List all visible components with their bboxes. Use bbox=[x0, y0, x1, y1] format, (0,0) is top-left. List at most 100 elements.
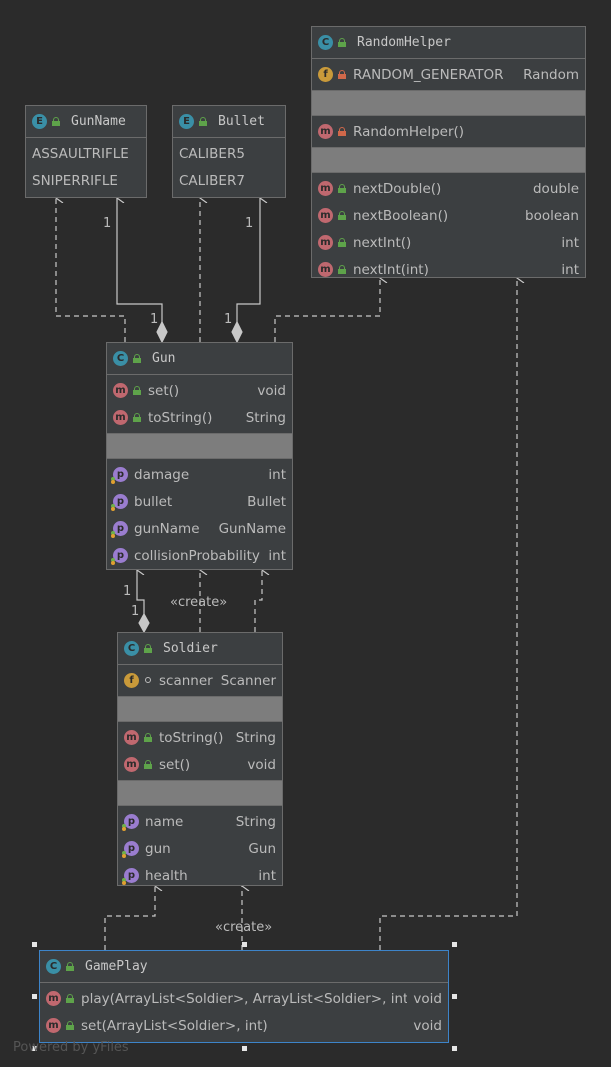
method-icon: m bbox=[46, 991, 61, 1006]
multiplicity-label: 1 bbox=[123, 584, 132, 599]
enum-icon: E bbox=[179, 114, 194, 129]
multiplicity-label: 1 bbox=[224, 312, 233, 327]
property-type: String bbox=[235, 813, 276, 830]
enum-constant[interactable]: CALIBER5 bbox=[173, 140, 285, 167]
method-row[interactable]: m set() void bbox=[118, 751, 282, 778]
public-lock-icon bbox=[52, 117, 60, 126]
method-row[interactable]: m nextBoolean() boolean bbox=[312, 202, 585, 229]
enum-constant[interactable]: SNIPERRIFLE bbox=[26, 167, 146, 194]
field-type: Random bbox=[523, 66, 579, 83]
class-icon: C bbox=[46, 959, 61, 974]
empty-section bbox=[107, 434, 292, 459]
property-type: GunName bbox=[218, 520, 286, 537]
class-icon: C bbox=[113, 351, 128, 366]
public-lock-icon bbox=[133, 413, 141, 422]
enum-constant[interactable]: CALIBER7 bbox=[173, 167, 285, 194]
resize-handle-ne[interactable] bbox=[452, 942, 457, 947]
property-icon: p bbox=[122, 841, 139, 858]
method-type: void bbox=[413, 1017, 442, 1034]
public-lock-icon bbox=[144, 760, 152, 769]
method-row[interactable]: m toString() String bbox=[107, 404, 292, 431]
method-icon: m bbox=[46, 1018, 61, 1033]
class-game-play[interactable]: C GamePlay m play(ArrayList<Soldier>, Ar… bbox=[39, 950, 449, 1043]
method-name: toString() bbox=[148, 409, 213, 426]
method-row[interactable]: m set() void bbox=[107, 377, 292, 404]
public-lock-icon bbox=[338, 38, 346, 47]
resize-handle-se[interactable] bbox=[452, 1046, 457, 1051]
method-icon: m bbox=[113, 410, 128, 425]
constructor-row[interactable]: m RandomHelper() bbox=[312, 118, 585, 145]
diamond-soldier-gun bbox=[138, 612, 150, 634]
property-type: Gun bbox=[248, 840, 276, 857]
property-row[interactable]: p gunName GunName bbox=[107, 515, 292, 542]
resize-handle-n[interactable] bbox=[242, 942, 247, 947]
method-row[interactable]: m nextInt(int) int bbox=[312, 256, 585, 283]
method-row[interactable]: m toString() String bbox=[118, 724, 282, 751]
method-row[interactable]: m nextInt() int bbox=[312, 229, 585, 256]
method-row[interactable]: m play(ArrayList<Soldier>, ArrayList<Sol… bbox=[40, 985, 448, 1012]
method-icon: m bbox=[318, 208, 333, 223]
public-lock-icon bbox=[199, 117, 207, 126]
empty-section bbox=[118, 781, 282, 806]
method-name: nextInt(int) bbox=[353, 261, 429, 278]
property-icon: p bbox=[122, 814, 139, 831]
dep-gun-randomhelper bbox=[274, 278, 380, 342]
public-lock-icon bbox=[66, 994, 74, 1003]
resize-handle-w[interactable] bbox=[32, 994, 37, 999]
class-soldier[interactable]: C Soldier f scanner Scanner m toString()… bbox=[117, 632, 283, 886]
property-row[interactable]: p damage int bbox=[107, 461, 292, 488]
field-icon: f bbox=[318, 67, 333, 82]
resize-handle-e[interactable] bbox=[452, 994, 457, 999]
class-header: C Soldier bbox=[118, 633, 282, 665]
enum-gun-name[interactable]: E GunName ASSAULTRIFLE SNIPERRIFLE bbox=[25, 105, 147, 198]
class-name: RandomHelper bbox=[357, 35, 451, 50]
resize-handle-s[interactable] bbox=[242, 1046, 247, 1051]
class-header: E GunName bbox=[26, 106, 146, 138]
property-row[interactable]: p gun Gun bbox=[118, 835, 282, 862]
dep-gameplay-soldier bbox=[104, 886, 155, 950]
dep-soldier-gun bbox=[254, 570, 262, 632]
private-lock-icon bbox=[338, 127, 346, 136]
property-row[interactable]: p name String bbox=[118, 808, 282, 835]
field-type: Scanner bbox=[220, 672, 276, 689]
method-name: set() bbox=[148, 382, 180, 399]
class-header: C Gun bbox=[107, 343, 292, 375]
public-lock-icon bbox=[144, 733, 152, 742]
method-row[interactable]: m set(ArrayList<Soldier>, int) void bbox=[40, 1012, 448, 1039]
method-type: String bbox=[235, 729, 276, 746]
method-name: nextDouble() bbox=[353, 180, 442, 197]
property-row[interactable]: p health int bbox=[118, 862, 282, 889]
public-lock-icon bbox=[133, 386, 141, 395]
property-name: health bbox=[145, 867, 188, 884]
method-type: int bbox=[561, 261, 579, 278]
property-row[interactable]: p bullet Bullet bbox=[107, 488, 292, 515]
field-row[interactable]: f RANDOM_GENERATOR Random bbox=[312, 61, 585, 88]
public-lock-icon bbox=[338, 265, 346, 274]
diamond-gun-gunname bbox=[156, 320, 168, 344]
class-icon: C bbox=[124, 641, 139, 656]
enum-bullet[interactable]: E Bullet CALIBER5 CALIBER7 bbox=[172, 105, 286, 198]
class-header: C RandomHelper bbox=[312, 27, 585, 59]
empty-section bbox=[312, 148, 585, 173]
class-gun[interactable]: C Gun m set() void m toString() String p… bbox=[106, 342, 293, 570]
class-random-helper[interactable]: C RandomHelper f RANDOM_GENERATOR Random… bbox=[311, 26, 586, 278]
property-row[interactable]: p collisionProbability int bbox=[107, 542, 292, 569]
method-icon: m bbox=[318, 235, 333, 250]
method-name: play(ArrayList<Soldier>, ArrayList<Soldi… bbox=[81, 990, 408, 1007]
property-icon: p bbox=[111, 467, 128, 484]
property-name: bullet bbox=[134, 493, 173, 510]
class-name: Soldier bbox=[163, 641, 218, 656]
dep-gun-gunname bbox=[56, 198, 126, 342]
property-name: collisionProbability bbox=[134, 547, 260, 564]
method-row[interactable]: m nextDouble() double bbox=[312, 175, 585, 202]
method-name: nextBoolean() bbox=[353, 207, 449, 224]
watermark: Powered by yFiles bbox=[13, 1040, 129, 1055]
field-row[interactable]: f scanner Scanner bbox=[118, 667, 282, 694]
property-type: int bbox=[268, 547, 286, 564]
multiplicity-label: 1 bbox=[131, 604, 140, 619]
enum-constant[interactable]: ASSAULTRIFLE bbox=[26, 140, 146, 167]
empty-section bbox=[312, 91, 585, 116]
private-lock-icon bbox=[338, 70, 346, 79]
resize-handle-nw[interactable] bbox=[32, 942, 37, 947]
class-name: GamePlay bbox=[85, 959, 148, 974]
